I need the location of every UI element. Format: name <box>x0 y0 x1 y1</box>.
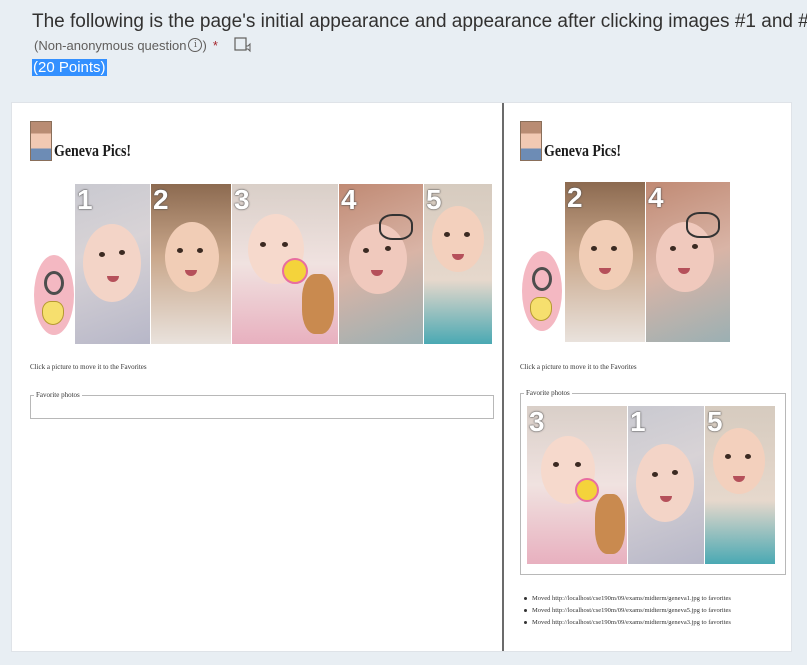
eye <box>177 248 183 253</box>
photo-number: 2 <box>153 184 169 215</box>
photo-number: 5 <box>707 406 723 437</box>
page-head: Geneva Pics! <box>30 121 148 161</box>
photo-number: 1 <box>630 406 646 437</box>
eye <box>575 462 581 467</box>
baby-face <box>579 220 633 290</box>
pacifier-ring <box>44 271 64 295</box>
photo-number: 3 <box>529 406 545 437</box>
baby-face <box>636 444 694 522</box>
log-entry: Moved http://localhost/cse190m/09/exams/… <box>524 605 731 617</box>
eye <box>591 246 597 251</box>
baby-face <box>83 224 141 302</box>
page-heading: Geneva Pics! <box>54 141 132 160</box>
favorite-photo-5[interactable]: 5 <box>704 405 776 565</box>
eye <box>611 246 617 251</box>
instructions: Click a picture to move it to the Favori… <box>520 363 637 371</box>
glasses <box>379 214 413 240</box>
photo-number: 4 <box>648 182 664 213</box>
log-entry: Moved http://localhost/cse190m/09/exams/… <box>524 593 731 605</box>
glasses <box>686 212 720 238</box>
eye <box>670 246 676 251</box>
immersive-reader-icon[interactable] <box>234 37 252 53</box>
eye <box>99 252 105 257</box>
eye <box>197 248 203 253</box>
pacifier-in-mouth <box>282 258 308 284</box>
photo-5[interactable]: 5 <box>423 183 493 345</box>
page-head: Geneva Pics! <box>520 121 638 161</box>
divider <box>502 103 504 651</box>
initial-page-screenshot: Geneva Pics! 1 2 3 4 5 Click a picture t… <box>12 103 500 651</box>
photo-4[interactable]: 4 <box>338 183 424 345</box>
eye <box>692 244 698 249</box>
anonymity-note-close: ) <box>202 37 207 53</box>
pacifier-in-mouth <box>575 478 599 502</box>
avatar-image <box>520 121 542 161</box>
favorites-legend: Favorite photos <box>524 389 572 397</box>
favorite-photo-3[interactable]: 3 <box>526 405 628 565</box>
eye <box>260 242 266 247</box>
question-title: The following is the page's initial appe… <box>32 11 807 32</box>
eye <box>672 470 678 475</box>
photo-number: 2 <box>567 182 583 213</box>
page-heading: Geneva Pics! <box>544 141 622 160</box>
after-click-screenshot: Geneva Pics! 2 4 Click a picture to move… <box>506 103 791 651</box>
eye <box>444 232 450 237</box>
eye <box>282 242 288 247</box>
favorites-legend: Favorite photos <box>34 391 82 399</box>
favorite-photo-1[interactable]: 1 <box>627 405 705 565</box>
photo-3[interactable]: 3 <box>231 183 339 345</box>
photo-1[interactable]: 1 <box>74 183 152 345</box>
move-log: Moved http://localhost/cse190m/09/exams/… <box>524 593 731 629</box>
photo-number: 3 <box>234 184 250 215</box>
pacifier-nipple <box>530 297 552 321</box>
avatar-image <box>30 121 52 161</box>
teddy-bear <box>302 274 334 334</box>
question-image: Geneva Pics! 1 2 3 4 5 Click a picture t… <box>11 102 792 652</box>
photo-number: 1 <box>77 184 93 215</box>
question-header: The following is the page's initial appe… <box>0 0 807 100</box>
anonymity-note: (Non-anonymous question <box>34 37 187 53</box>
teddy-bear <box>595 494 625 554</box>
eye <box>464 232 470 237</box>
pacifier-ring <box>532 267 552 291</box>
photo-2[interactable]: 2 <box>150 183 232 345</box>
pacifier-nipple <box>42 301 64 325</box>
eye <box>553 462 559 467</box>
eye <box>725 454 731 459</box>
log-entry: Moved http://localhost/cse190m/09/exams/… <box>524 617 731 629</box>
photo-2[interactable]: 2 <box>564 181 646 343</box>
eye <box>745 454 751 459</box>
instructions: Click a picture to move it to the Favori… <box>30 363 147 371</box>
favorites-fieldset: Favorite photos <box>30 391 494 419</box>
eye <box>652 472 658 477</box>
eye <box>363 248 369 253</box>
pacifier-image <box>34 255 74 335</box>
required-marker: * <box>212 37 218 53</box>
photo-number: 4 <box>341 184 357 215</box>
baby-face <box>165 222 219 292</box>
pacifier-image <box>522 251 562 331</box>
eye <box>119 250 125 255</box>
points-label: (20 Points) <box>32 59 107 76</box>
photo-4[interactable]: 4 <box>645 181 731 343</box>
info-icon[interactable]: i <box>188 38 203 52</box>
eye <box>385 246 391 251</box>
question-meta: (Non-anonymous question i ) * <box>34 37 252 53</box>
photo-number: 5 <box>426 184 442 215</box>
